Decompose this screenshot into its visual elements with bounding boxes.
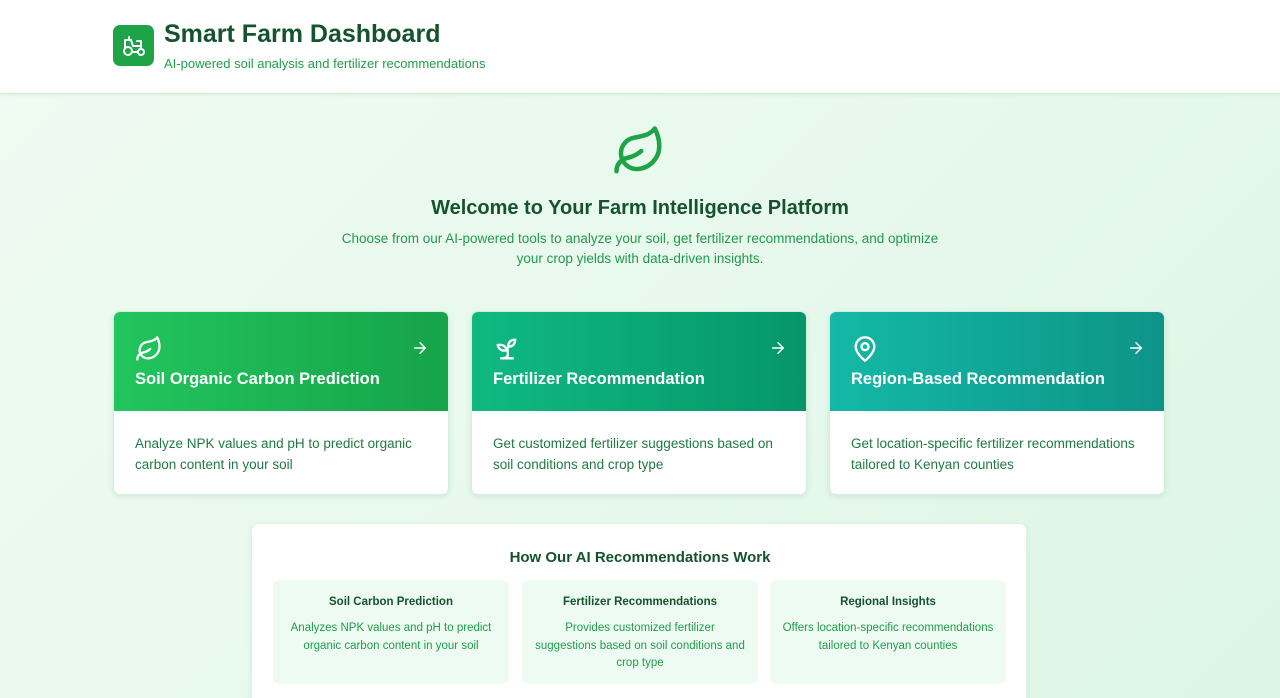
card-description: Get customized fertilizer suggestions ba…: [493, 436, 773, 472]
card-description: Get location-specific fertilizer recomme…: [851, 436, 1135, 472]
card-soil-organic-carbon[interactable]: Soil Organic Carbon Prediction Analyze N…: [113, 311, 449, 495]
card-header: Region-Based Recommendation: [830, 312, 1164, 411]
card-title: Soil Organic Carbon Prediction: [135, 370, 380, 388]
card-description: Analyze NPK values and pH to predict org…: [135, 436, 412, 472]
info-card-regional: Regional Insights Offers location-specif…: [770, 580, 1006, 684]
card-region-based-recommendation[interactable]: Region-Based Recommendation Get location…: [829, 311, 1165, 495]
app-header: Smart Farm Dashboard AI-powered soil ana…: [0, 0, 1280, 94]
info-card-description: Provides customized fertilizer suggestio…: [535, 622, 745, 669]
tractor-icon: [113, 25, 154, 66]
info-card-title: Regional Insights: [840, 596, 936, 608]
info-card-title: Fertilizer Recommendations: [562, 596, 717, 608]
arrow-right-icon[interactable]: [411, 339, 429, 357]
info-card-soil-carbon: Soil Carbon Prediction Analyzes NPK valu…: [273, 580, 509, 684]
welcome-description: Choose from our AI-powered tools to anal…: [341, 231, 939, 266]
how-it-works-title: How Our AI Recommendations Work: [509, 549, 771, 566]
map-pin-icon: [851, 335, 879, 363]
app-title: Smart Farm Dashboard: [164, 20, 441, 48]
leaf-icon: [135, 335, 163, 363]
welcome-title: Welcome to Your Farm Intelligence Platfo…: [431, 197, 849, 219]
card-header: Soil Organic Carbon Prediction: [114, 312, 448, 411]
app-subtitle: AI-powered soil analysis and fertilizer …: [164, 56, 486, 71]
info-card-fertilizer: Fertilizer Recommendations Provides cust…: [522, 580, 758, 684]
info-card-description: Analyzes NPK values and pH to predict or…: [290, 622, 492, 652]
sprout-icon: [493, 335, 521, 363]
arrow-right-icon[interactable]: [769, 339, 787, 357]
leaf-icon: [612, 124, 666, 178]
info-card-description: Offers location-specific recommendations…: [782, 622, 994, 652]
card-header: Fertilizer Recommendation: [472, 312, 806, 411]
arrow-right-icon[interactable]: [1127, 339, 1145, 357]
info-card-title: Soil Carbon Prediction: [329, 596, 453, 608]
card-title: Region-Based Recommendation: [851, 370, 1105, 388]
how-it-works-panel: How Our AI Recommendations Work Soil Car…: [251, 523, 1027, 698]
card-fertilizer-recommendation[interactable]: Fertilizer Recommendation Get customized…: [471, 311, 807, 495]
card-title: Fertilizer Recommendation: [493, 370, 705, 388]
